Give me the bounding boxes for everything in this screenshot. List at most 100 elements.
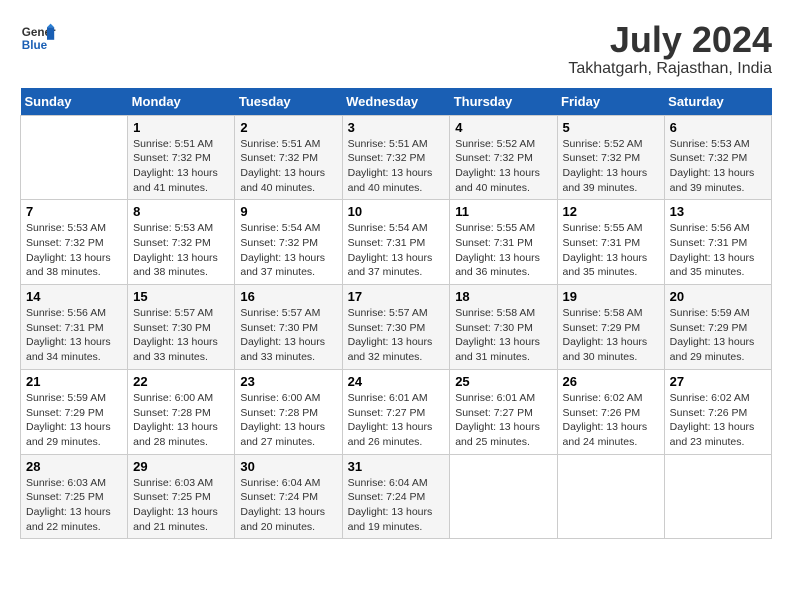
day-number: 14 (26, 289, 122, 304)
calendar-cell (664, 454, 771, 539)
calendar-cell: 12 Sunrise: 5:55 AM Sunset: 7:31 PM Dayli… (557, 200, 664, 285)
day-number: 9 (240, 204, 336, 219)
day-number: 30 (240, 459, 336, 474)
calendar-cell: 8 Sunrise: 5:53 AM Sunset: 7:32 PM Daylig… (128, 200, 235, 285)
calendar-cell (450, 454, 557, 539)
calendar-cell: 1 Sunrise: 5:51 AM Sunset: 7:32 PM Daylig… (128, 115, 235, 200)
calendar-cell: 18 Sunrise: 5:58 AM Sunset: 7:30 PM Dayli… (450, 285, 557, 370)
calendar-cell: 16Sunrise: 5:57 AM Sunset: 7:30 PM Dayli… (235, 285, 342, 370)
day-info: Sunrise: 5:52 AM Sunset: 7:32 PM Dayligh… (563, 137, 659, 196)
day-info: Sunrise: 5:51 AM Sunset: 7:32 PM Dayligh… (240, 137, 336, 196)
location-subtitle: Takhatgarh, Rajasthan, India (568, 60, 772, 78)
day-info: Sunrise: 5:52 AM Sunset: 7:32 PM Dayligh… (455, 137, 551, 196)
header-thursday: Thursday (450, 88, 557, 116)
calendar-cell: 19 Sunrise: 5:58 AM Sunset: 7:29 PM Dayli… (557, 285, 664, 370)
day-info: Sunrise: 5:57 AM Sunset: 7:30 PM Dayligh… (348, 306, 445, 365)
day-info: Sunrise: 5:56 AM Sunset: 7:31 PM Dayligh… (670, 221, 766, 280)
day-info: Sunrise: 5:54 AM Sunset: 7:31 PM Dayligh… (348, 221, 445, 280)
logo: General Blue (20, 20, 56, 56)
week-row-2: 7 Sunrise: 5:53 AM Sunset: 7:32 PM Daylig… (21, 200, 772, 285)
day-info: Sunrise: 5:55 AM Sunset: 7:31 PM Dayligh… (455, 221, 551, 280)
day-info: Sunrise: 6:04 AM Sunset: 7:24 PM Dayligh… (240, 476, 336, 535)
day-info: Sunrise: 5:53 AM Sunset: 7:32 PM Dayligh… (133, 221, 229, 280)
calendar-cell: 31 Sunrise: 6:04 AM Sunset: 7:24 PM Dayli… (342, 454, 450, 539)
page-header: General Blue July 2024 Takhatgarh, Rajas… (20, 20, 772, 78)
week-row-5: 28 Sunrise: 6:03 AM Sunset: 7:25 PM Dayli… (21, 454, 772, 539)
calendar-cell: 15 Sunrise: 5:57 AM Sunset: 7:30 PM Dayli… (128, 285, 235, 370)
day-number: 18 (455, 289, 551, 304)
day-number: 7 (26, 204, 122, 219)
header-sunday: Sunday (21, 88, 128, 116)
day-number: 17 (348, 289, 445, 304)
calendar-cell: 30 Sunrise: 6:04 AM Sunset: 7:24 PM Dayli… (235, 454, 342, 539)
calendar-table: Sunday Monday Tuesday Wednesday Thursday… (20, 88, 772, 540)
day-number: 8 (133, 204, 229, 219)
day-number: 27 (670, 374, 766, 389)
day-number: 6 (670, 120, 766, 135)
header-friday: Friday (557, 88, 664, 116)
calendar-cell: 20Sunrise: 5:59 AM Sunset: 7:29 PM Dayli… (664, 285, 771, 370)
day-number: 12 (563, 204, 659, 219)
calendar-cell: 9 Sunrise: 5:54 AM Sunset: 7:32 PM Daylig… (235, 200, 342, 285)
day-info: Sunrise: 5:56 AM Sunset: 7:31 PM Dayligh… (26, 306, 122, 365)
day-number: 15 (133, 289, 229, 304)
day-number: 10 (348, 204, 445, 219)
day-info: Sunrise: 6:02 AM Sunset: 7:26 PM Dayligh… (670, 391, 766, 450)
day-info: Sunrise: 5:51 AM Sunset: 7:32 PM Dayligh… (348, 137, 445, 196)
header-saturday: Saturday (664, 88, 771, 116)
calendar-cell: 21 Sunrise: 5:59 AM Sunset: 7:29 PM Dayli… (21, 369, 128, 454)
day-number: 28 (26, 459, 122, 474)
calendar-cell: 7 Sunrise: 5:53 AM Sunset: 7:32 PM Daylig… (21, 200, 128, 285)
header-tuesday: Tuesday (235, 88, 342, 116)
day-info: Sunrise: 5:53 AM Sunset: 7:32 PM Dayligh… (26, 221, 122, 280)
day-number: 1 (133, 120, 229, 135)
calendar-cell: 24 Sunrise: 6:01 AM Sunset: 7:27 PM Dayli… (342, 369, 450, 454)
day-info: Sunrise: 5:53 AM Sunset: 7:32 PM Dayligh… (670, 137, 766, 196)
day-info: Sunrise: 5:57 AM Sunset: 7:30 PM Dayligh… (133, 306, 229, 365)
calendar-cell: 11 Sunrise: 5:55 AM Sunset: 7:31 PM Dayli… (450, 200, 557, 285)
day-number: 3 (348, 120, 445, 135)
week-row-4: 21 Sunrise: 5:59 AM Sunset: 7:29 PM Dayli… (21, 369, 772, 454)
calendar-cell: 4Sunrise: 5:52 AM Sunset: 7:32 PM Daylig… (450, 115, 557, 200)
month-year-title: July 2024 (568, 20, 772, 60)
day-info: Sunrise: 5:58 AM Sunset: 7:30 PM Dayligh… (455, 306, 551, 365)
day-info: Sunrise: 6:01 AM Sunset: 7:27 PM Dayligh… (348, 391, 445, 450)
title-section: July 2024 Takhatgarh, Rajasthan, India (568, 20, 772, 78)
day-info: Sunrise: 6:03 AM Sunset: 7:25 PM Dayligh… (133, 476, 229, 535)
header-wednesday: Wednesday (342, 88, 450, 116)
header-monday: Monday (128, 88, 235, 116)
day-number: 25 (455, 374, 551, 389)
calendar-cell: 5 Sunrise: 5:52 AM Sunset: 7:32 PM Daylig… (557, 115, 664, 200)
calendar-cell: 29Sunrise: 6:03 AM Sunset: 7:25 PM Dayli… (128, 454, 235, 539)
calendar-cell: 27 Sunrise: 6:02 AM Sunset: 7:26 PM Dayli… (664, 369, 771, 454)
calendar-cell (21, 115, 128, 200)
day-number: 5 (563, 120, 659, 135)
day-info: Sunrise: 6:00 AM Sunset: 7:28 PM Dayligh… (240, 391, 336, 450)
day-info: Sunrise: 5:51 AM Sunset: 7:32 PM Dayligh… (133, 137, 229, 196)
day-info: Sunrise: 6:01 AM Sunset: 7:27 PM Dayligh… (455, 391, 551, 450)
calendar-cell (557, 454, 664, 539)
day-number: 22 (133, 374, 229, 389)
day-info: Sunrise: 5:59 AM Sunset: 7:29 PM Dayligh… (26, 391, 122, 450)
day-number: 19 (563, 289, 659, 304)
calendar-cell: 13Sunrise: 5:56 AM Sunset: 7:31 PM Dayli… (664, 200, 771, 285)
day-info: Sunrise: 6:04 AM Sunset: 7:24 PM Dayligh… (348, 476, 445, 535)
day-info: Sunrise: 5:55 AM Sunset: 7:31 PM Dayligh… (563, 221, 659, 280)
day-info: Sunrise: 5:54 AM Sunset: 7:32 PM Dayligh… (240, 221, 336, 280)
calendar-cell: 26Sunrise: 6:02 AM Sunset: 7:26 PM Dayli… (557, 369, 664, 454)
day-info: Sunrise: 5:58 AM Sunset: 7:29 PM Dayligh… (563, 306, 659, 365)
logo-icon: General Blue (20, 20, 56, 56)
header-row: Sunday Monday Tuesday Wednesday Thursday… (21, 88, 772, 116)
day-number: 31 (348, 459, 445, 474)
week-row-3: 14 Sunrise: 5:56 AM Sunset: 7:31 PM Dayli… (21, 285, 772, 370)
calendar-cell: 14 Sunrise: 5:56 AM Sunset: 7:31 PM Dayli… (21, 285, 128, 370)
day-number: 24 (348, 374, 445, 389)
day-info: Sunrise: 5:59 AM Sunset: 7:29 PM Dayligh… (670, 306, 766, 365)
calendar-cell: 6 Sunrise: 5:53 AM Sunset: 7:32 PM Daylig… (664, 115, 771, 200)
calendar-cell: 10 Sunrise: 5:54 AM Sunset: 7:31 PM Dayli… (342, 200, 450, 285)
calendar-cell: 3 Sunrise: 5:51 AM Sunset: 7:32 PM Daylig… (342, 115, 450, 200)
day-number: 21 (26, 374, 122, 389)
day-number: 2 (240, 120, 336, 135)
day-number: 11 (455, 204, 551, 219)
calendar-cell: 28Sunrise: 6:03 AM Sunset: 7:25 PM Dayli… (21, 454, 128, 539)
